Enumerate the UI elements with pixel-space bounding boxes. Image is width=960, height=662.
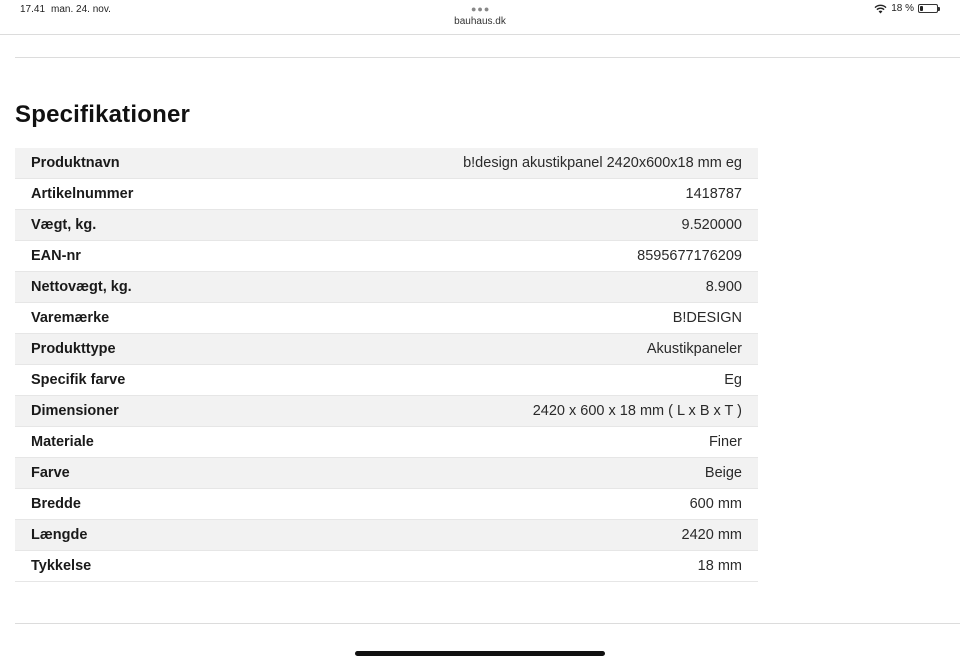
spec-row: Nettovægt, kg. 8.900 — [15, 272, 758, 303]
status-time: 17.41 — [20, 4, 46, 15]
spec-label: Materiale — [31, 434, 94, 450]
page-title: Specifikationer — [15, 101, 191, 128]
spec-row: Vægt, kg. 9.520000 — [15, 210, 758, 241]
spec-value: Beige — [704, 465, 742, 481]
spec-label: Varemærke — [31, 310, 110, 326]
status-indicators: 18 % — [874, 3, 940, 14]
spec-label: Vægt, kg. — [31, 217, 97, 233]
spec-value: Finer — [708, 434, 742, 450]
top-divider — [15, 57, 960, 58]
spec-label: Artikelnummer — [31, 186, 134, 202]
specifications-table: Produktnavn b!design akustikpanel 2420x60… — [15, 148, 758, 582]
spec-row: Artikelnummer 1418787 — [15, 179, 758, 210]
home-indicator[interactable] — [355, 651, 605, 656]
spec-value: b!design akustikpanel 2420x600x18 mm eg — [463, 155, 742, 171]
wifi-icon — [874, 4, 887, 13]
bottom-divider — [15, 623, 960, 624]
spec-label: Dimensioner — [31, 403, 119, 419]
spec-row: Produktnavn b!design akustikpanel 2420x60… — [15, 148, 758, 179]
battery-percent: 18 % — [891, 3, 914, 14]
spec-row: Længde 2420 mm — [15, 520, 758, 551]
battery-level-fill — [920, 6, 924, 11]
more-dots-icon[interactable]: ●●● — [471, 4, 490, 14]
spec-label: Farve — [31, 465, 70, 481]
spec-value: 9.520000 — [681, 217, 742, 233]
spec-row: EAN-nr 8595677176209 — [15, 241, 758, 272]
spec-value: 1418787 — [685, 186, 742, 202]
spec-label: Specifik farve — [31, 372, 126, 388]
battery-icon — [918, 4, 940, 13]
spec-label: EAN-nr — [31, 248, 81, 264]
spec-row: Farve Beige — [15, 458, 758, 489]
spec-label: Bredde — [31, 496, 81, 512]
spec-row: Produkttype Akustikpaneler — [15, 334, 758, 365]
spec-label: Nettovægt, kg. — [31, 279, 132, 295]
spec-value: B!DESIGN — [672, 310, 742, 326]
spec-value: 2420 x 600 x 18 mm ( L x B x T ) — [532, 403, 742, 419]
spec-value: Akustikpaneler — [646, 341, 742, 357]
status-bar: 17.41 man. 24. nov. ●●● bauhaus.dk 18 % — [0, 0, 960, 35]
spec-label: Produkttype — [31, 341, 116, 357]
spec-value: Eg — [724, 372, 742, 388]
spec-value: 8.900 — [705, 279, 742, 295]
spec-row: Specifik farve Eg — [15, 365, 758, 396]
spec-value: 18 mm — [697, 558, 742, 574]
spec-value: 600 mm — [689, 496, 742, 512]
spec-label: Tykkelse — [31, 558, 92, 574]
spec-row: Varemærke B!DESIGN — [15, 303, 758, 334]
spec-value: 2420 mm — [681, 527, 742, 543]
status-date: man. 24. nov. — [51, 4, 111, 15]
spec-label: Produktnavn — [31, 155, 120, 171]
spec-row: Dimensioner 2420 x 600 x 18 mm ( L x B x … — [15, 396, 758, 427]
spec-row: Bredde 600 mm — [15, 489, 758, 520]
address-bar-url[interactable]: bauhaus.dk — [0, 16, 960, 27]
spec-label: Længde — [31, 527, 88, 543]
spec-row: Materiale Finer — [15, 427, 758, 458]
spec-row: Tykkelse 18 mm — [15, 551, 758, 582]
spec-value: 8595677176209 — [637, 248, 742, 264]
